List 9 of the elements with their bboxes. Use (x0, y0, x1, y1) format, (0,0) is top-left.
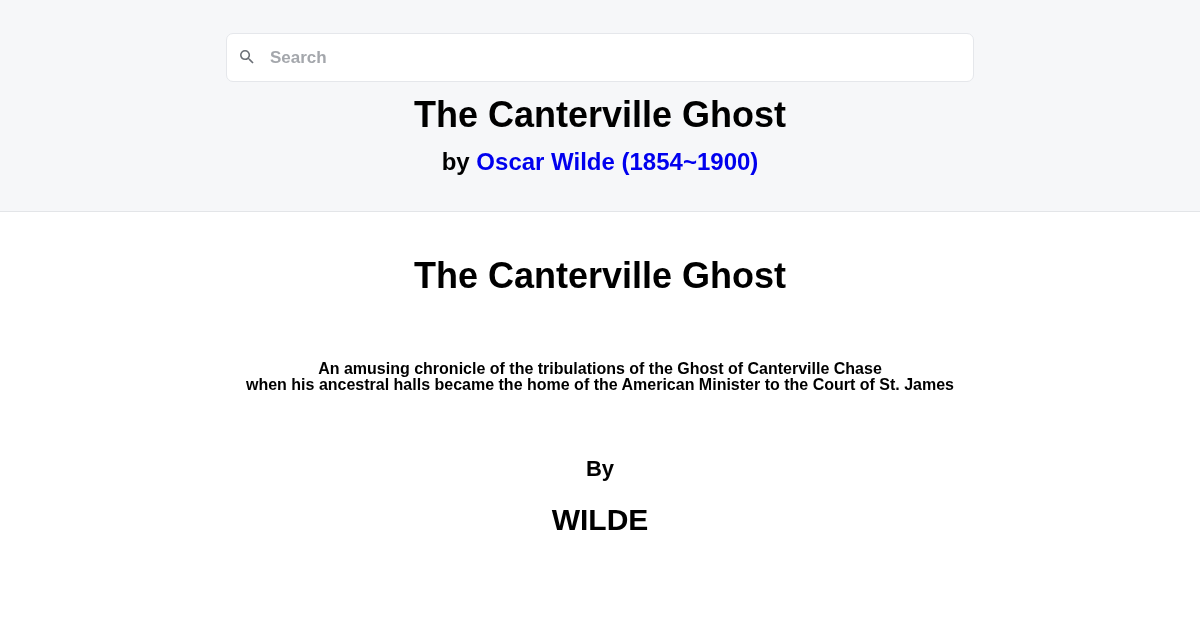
subtitle-text: An amusing chronicle of the tribulations of the Ghost of Canterville Chase when his ancestral halls became the home of the American Minister to the Court of St. James (246, 361, 954, 393)
author-link[interactable]: Oscar Wilde (1854~1900) (476, 148, 759, 175)
author-name: WILDE (551, 503, 649, 537)
by-text: By (585, 456, 615, 482)
byline: by Oscar Wilde (1854~1900) (441, 148, 759, 176)
book-title: The Canterville Ghost (413, 94, 787, 136)
search-icon (240, 50, 254, 64)
chapter-title: The Canterville Ghost (413, 255, 787, 297)
search-field[interactable]: Search (226, 33, 974, 82)
